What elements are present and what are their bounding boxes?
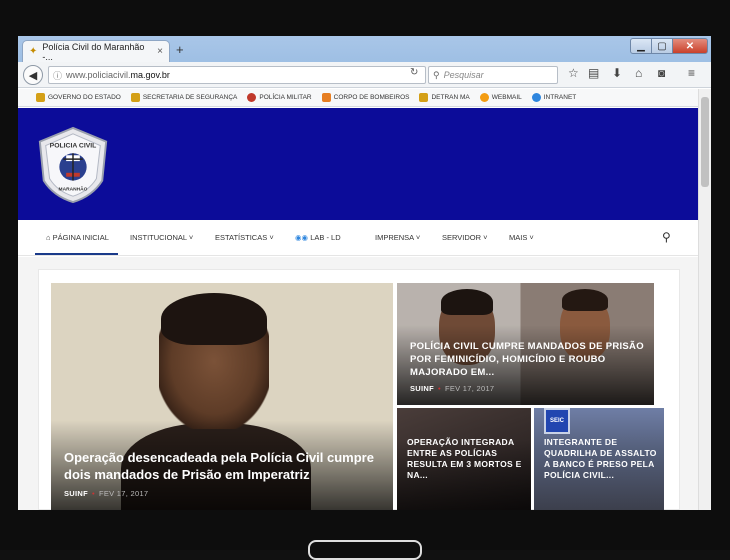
svg-text:POLICIA CIVIL: POLICIA CIVIL	[50, 142, 97, 149]
svg-text:MARANHÃO: MARANHÃO	[59, 185, 88, 192]
nav-item-estatisticas[interactable]: ESTATÍSTICAS ˅	[215, 233, 274, 242]
window-close-button[interactable]: ✕	[672, 38, 708, 54]
bookmark-policia-militar[interactable]: POLÍCIA MILITAR	[247, 93, 312, 102]
meta-separator: •	[92, 489, 95, 498]
tile-photo-hair	[441, 289, 493, 315]
featured-article-title[interactable]: Operação desencadeada pela Polícia Civil…	[64, 449, 384, 483]
chevron-down-icon: ˅	[481, 233, 488, 242]
minimize-button[interactable]: ▁	[630, 38, 652, 54]
chevron-down-icon: ˅	[267, 233, 274, 242]
tile-meta: SUINF • FEV 17, 2017	[410, 384, 494, 393]
home-icon[interactable]: ⌂	[635, 66, 642, 80]
bookmark-detran[interactable]: DETRAN MA	[419, 93, 470, 102]
bookmark-icon	[531, 93, 541, 102]
pocket-icon[interactable]: ◙	[658, 66, 665, 80]
nav-item-home[interactable]: ⌂ PÁGINA INICIAL	[46, 233, 109, 242]
featured-photo-hair	[161, 293, 267, 345]
maximize-button[interactable]: ▢	[651, 38, 673, 54]
browser-window: ✦ Polícia Civil do Maranhão -... × + ▁ ▢…	[18, 36, 711, 510]
bookmark-secretaria[interactable]: SECRETARIA DE SEGURANÇA	[130, 93, 237, 102]
search-bar[interactable]: ⚲ Pesquisar	[428, 66, 558, 84]
downloads-icon[interactable]: ⬇	[612, 66, 622, 80]
active-nav-underline	[35, 253, 118, 255]
meta-separator: •	[438, 384, 441, 393]
article-date: FEV 17, 2017	[98, 489, 149, 498]
bookmark-bombeiros[interactable]: CORPO DE BOMBEIROS	[321, 93, 409, 102]
news-tile-2[interactable]: OPERAÇÃO INTEGRADA ENTRE AS POLÍCIAS RES…	[397, 408, 531, 510]
bookmark-icon	[321, 93, 331, 102]
nav-item-mais[interactable]: MAIS ˅	[509, 233, 534, 242]
site-search-icon[interactable]: ⚲	[662, 230, 671, 244]
bookmark-icon	[479, 93, 489, 102]
bookmarks-bar: GOVERNO DO ESTADO SECRETARIA DE SEGURANÇ…	[18, 89, 711, 107]
reload-icon[interactable]: ↻	[410, 67, 418, 78]
tab-title: Polícia Civil do Maranhão -...	[42, 41, 145, 62]
article-author[interactable]: SUINF	[64, 489, 88, 498]
tile-title[interactable]: OPERAÇÃO INTEGRADA ENTRE AS POLÍCIAS RES…	[407, 437, 527, 481]
bookmark-icon	[130, 93, 140, 102]
seic-sign: SEIC	[544, 408, 570, 434]
bookmark-icon	[36, 93, 45, 102]
bookmark-icon	[419, 93, 429, 102]
bookmark-governo[interactable]: GOVERNO DO ESTADO	[36, 93, 121, 102]
lab-globe-icon: ◉◉	[295, 233, 311, 242]
bookmark-webmail[interactable]: WEBMAIL	[479, 93, 522, 102]
url-bar[interactable]: ⓘ www.policiacivil.ma.gov.br	[48, 66, 426, 84]
home-icon: ⌂	[46, 233, 53, 242]
news-tile-1[interactable]: POLÍCIA CIVIL CUMPRE MANDADOS DE PRISÃO …	[397, 283, 654, 405]
page-scrollbar[interactable]	[698, 89, 711, 510]
device-home-button	[308, 540, 422, 560]
menu-icon[interactable]: ≡	[688, 66, 695, 80]
info-icon[interactable]: ⓘ	[53, 69, 62, 82]
tab-close-icon[interactable]: ×	[157, 46, 163, 57]
nav-item-lab[interactable]: ◉◉ LAB - LD	[295, 233, 341, 242]
main-navigation: ⌂ PÁGINA INICIAL INSTITUCIONAL ˅ ESTATÍS…	[18, 220, 698, 256]
policia-civil-badge-logo[interactable]: POLICIA CIVIL MARANHÃO	[34, 126, 112, 204]
bookmark-star-icon[interactable]: ☆	[568, 66, 579, 80]
new-tab-button[interactable]: +	[176, 42, 184, 57]
bookmark-icon	[247, 93, 257, 102]
title-bar: ✦ Polícia Civil do Maranhão -... × + ▁ ▢…	[18, 36, 711, 62]
url-text: www.policiacivil.ma.gov.br	[66, 70, 170, 80]
tile-title[interactable]: POLÍCIA CIVIL CUMPRE MANDADOS DE PRISÃO …	[410, 340, 650, 379]
scrollbar-thumb[interactable]	[701, 97, 709, 187]
search-bar-icon: ⚲	[433, 69, 440, 80]
article-author[interactable]: SUINF	[410, 384, 434, 393]
bookmark-intranet[interactable]: INTRANET	[531, 93, 576, 102]
navigation-toolbar: ◀ ⓘ www.policiacivil.ma.gov.br ↻ ⚲ Pesqu…	[18, 62, 711, 88]
chevron-down-icon: ˅	[413, 233, 421, 242]
news-tile-3[interactable]: SEIC INTEGRANTE DE QUADRILHA DE ASSALTO …	[534, 408, 664, 510]
search-placeholder: Pesquisar	[443, 70, 484, 80]
nav-item-imprensa[interactable]: IMPRENSA ˅	[375, 233, 420, 242]
back-button[interactable]: ◀	[23, 65, 43, 85]
featured-article-meta: SUINF • FEV 17, 2017	[64, 489, 148, 498]
featured-article[interactable]: Operação desencadeada pela Polícia Civil…	[51, 283, 393, 510]
tile-photo-hair	[562, 289, 608, 311]
nav-item-servidor[interactable]: SERVIDOR ˅	[442, 233, 488, 242]
nav-item-institucional[interactable]: INSTITUCIONAL ˅	[130, 233, 193, 242]
reading-list-icon[interactable]: ▤	[588, 66, 599, 80]
article-date: FEV 17, 2017	[444, 384, 495, 393]
site-header-banner: POLICIA CIVIL MARANHÃO	[18, 108, 698, 220]
browser-tab[interactable]: ✦ Polícia Civil do Maranhão -... ×	[22, 40, 170, 62]
site-favicon-icon: ✦	[29, 46, 38, 57]
chevron-down-icon: ˅	[186, 233, 194, 242]
chevron-down-icon: ˅	[527, 233, 534, 242]
tile-title[interactable]: INTEGRANTE DE QUADRILHA DE ASSALTO A BAN…	[544, 437, 662, 481]
